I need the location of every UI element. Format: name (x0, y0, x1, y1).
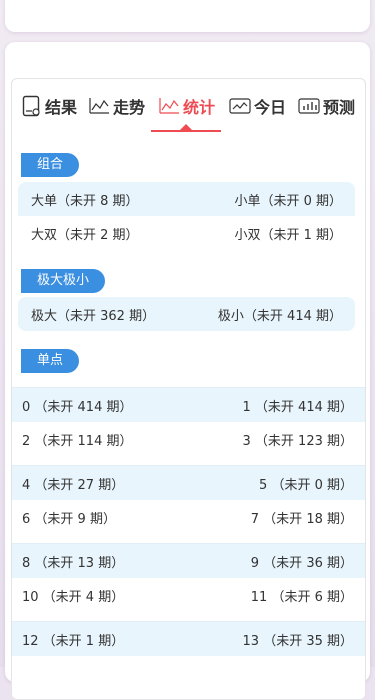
single-row: 4 （未开 27 期） 5 （未开 0 期） (12, 466, 365, 500)
result-icon (22, 95, 40, 117)
tab-trend[interactable]: 走势 (88, 79, 145, 133)
single-group: 0 （未开 414 期） 1 （未开 414 期） 2 （未开 114 期） 3… (12, 387, 365, 466)
extreme-left: 极大（未开 362 期） (31, 308, 156, 324)
tab-today[interactable]: 今日 (229, 79, 286, 133)
single-left: 12 （未开 1 期） (22, 633, 125, 649)
single-row: 0 （未开 414 期） 1 （未开 414 期） (12, 388, 365, 422)
active-tab-underline (151, 130, 221, 132)
single-right: 11 （未开 6 期） (250, 589, 353, 605)
single-group: 8 （未开 13 期） 9 （未开 36 期） 10 （未开 4 期） 11 （… (12, 543, 365, 622)
single-right: 7 （未开 18 期） (250, 511, 353, 527)
stats-panel: 结果 走势 统计 今日 预测 组合 大单（未开 8 期） 小单（未开 0 期） … (11, 78, 366, 700)
single-right: 5 （未开 0 期） (259, 477, 353, 493)
single-row: 6 （未开 9 期） 7 （未开 18 期） (12, 500, 365, 534)
extreme-right: 极小（未开 414 期） (217, 308, 342, 324)
single-row: 12 （未开 1 期） 13 （未开 35 期） (12, 622, 365, 656)
today-icon (229, 98, 251, 114)
tab-label: 预测 (323, 98, 356, 117)
combo-left: 大单（未开 8 期） (31, 193, 139, 209)
single-right: 9 （未开 36 期） (250, 555, 353, 571)
combo-right: 小双（未开 1 期） (234, 227, 342, 243)
predict-icon (298, 98, 320, 114)
single-row: 8 （未开 13 期） 9 （未开 36 期） (12, 544, 365, 578)
combo-row: 大单（未开 8 期） 小单（未开 0 期） (18, 182, 355, 216)
single-row: 10 （未开 4 期） 11 （未开 6 期） (12, 578, 365, 612)
single-right: 13 （未开 35 期） (242, 633, 353, 649)
single-left: 4 （未开 27 期） (22, 477, 125, 493)
top-card (5, 0, 370, 32)
single-left: 6 （未开 9 期） (22, 511, 116, 527)
combo-left: 大双（未开 2 期） (31, 227, 139, 243)
stats-icon (159, 98, 179, 114)
single-left: 10 （未开 4 期） (22, 589, 125, 605)
combo-box: 大单（未开 8 期） 小单（未开 0 期） 大双（未开 2 期） 小双（未开 1… (18, 182, 355, 250)
section-title-extreme: 极大极小 (21, 269, 106, 293)
section-title-combo: 组合 (21, 153, 80, 177)
single-right: 1 （未开 414 期） (242, 399, 353, 415)
active-tab-caret (180, 124, 192, 130)
combo-row: 大双（未开 2 期） 小双（未开 1 期） (18, 216, 355, 250)
single-row: 2 （未开 114 期） 3 （未开 123 期） (12, 422, 365, 456)
tab-label: 统计 (183, 98, 216, 117)
extreme-row: 极大（未开 362 期） 极小（未开 414 期） (18, 297, 355, 331)
tab-bar: 结果 走势 统计 今日 预测 (12, 79, 365, 133)
single-group: 12 （未开 1 期） 13 （未开 35 期） (12, 621, 365, 699)
tab-label: 结果 (45, 98, 78, 117)
single-group: 4 （未开 27 期） 5 （未开 0 期） 6 （未开 9 期） 7 （未开 … (12, 465, 365, 544)
tab-label: 今日 (254, 98, 287, 117)
single-left: 2 （未开 114 期） (22, 433, 133, 449)
tab-label: 走势 (113, 98, 146, 117)
main-card: 结果 走势 统计 今日 预测 组合 大单（未开 8 期） 小单（未开 0 期） … (5, 42, 370, 700)
tab-predict[interactable]: 预测 (298, 79, 355, 133)
tab-result[interactable]: 结果 (22, 79, 77, 133)
single-left: 0 （未开 414 期） (22, 399, 133, 415)
single-left: 8 （未开 13 期） (22, 555, 125, 571)
single-right: 3 （未开 123 期） (242, 433, 353, 449)
trend-icon (89, 98, 109, 114)
combo-right: 小单（未开 0 期） (234, 193, 342, 209)
section-title-single: 单点 (21, 349, 80, 373)
